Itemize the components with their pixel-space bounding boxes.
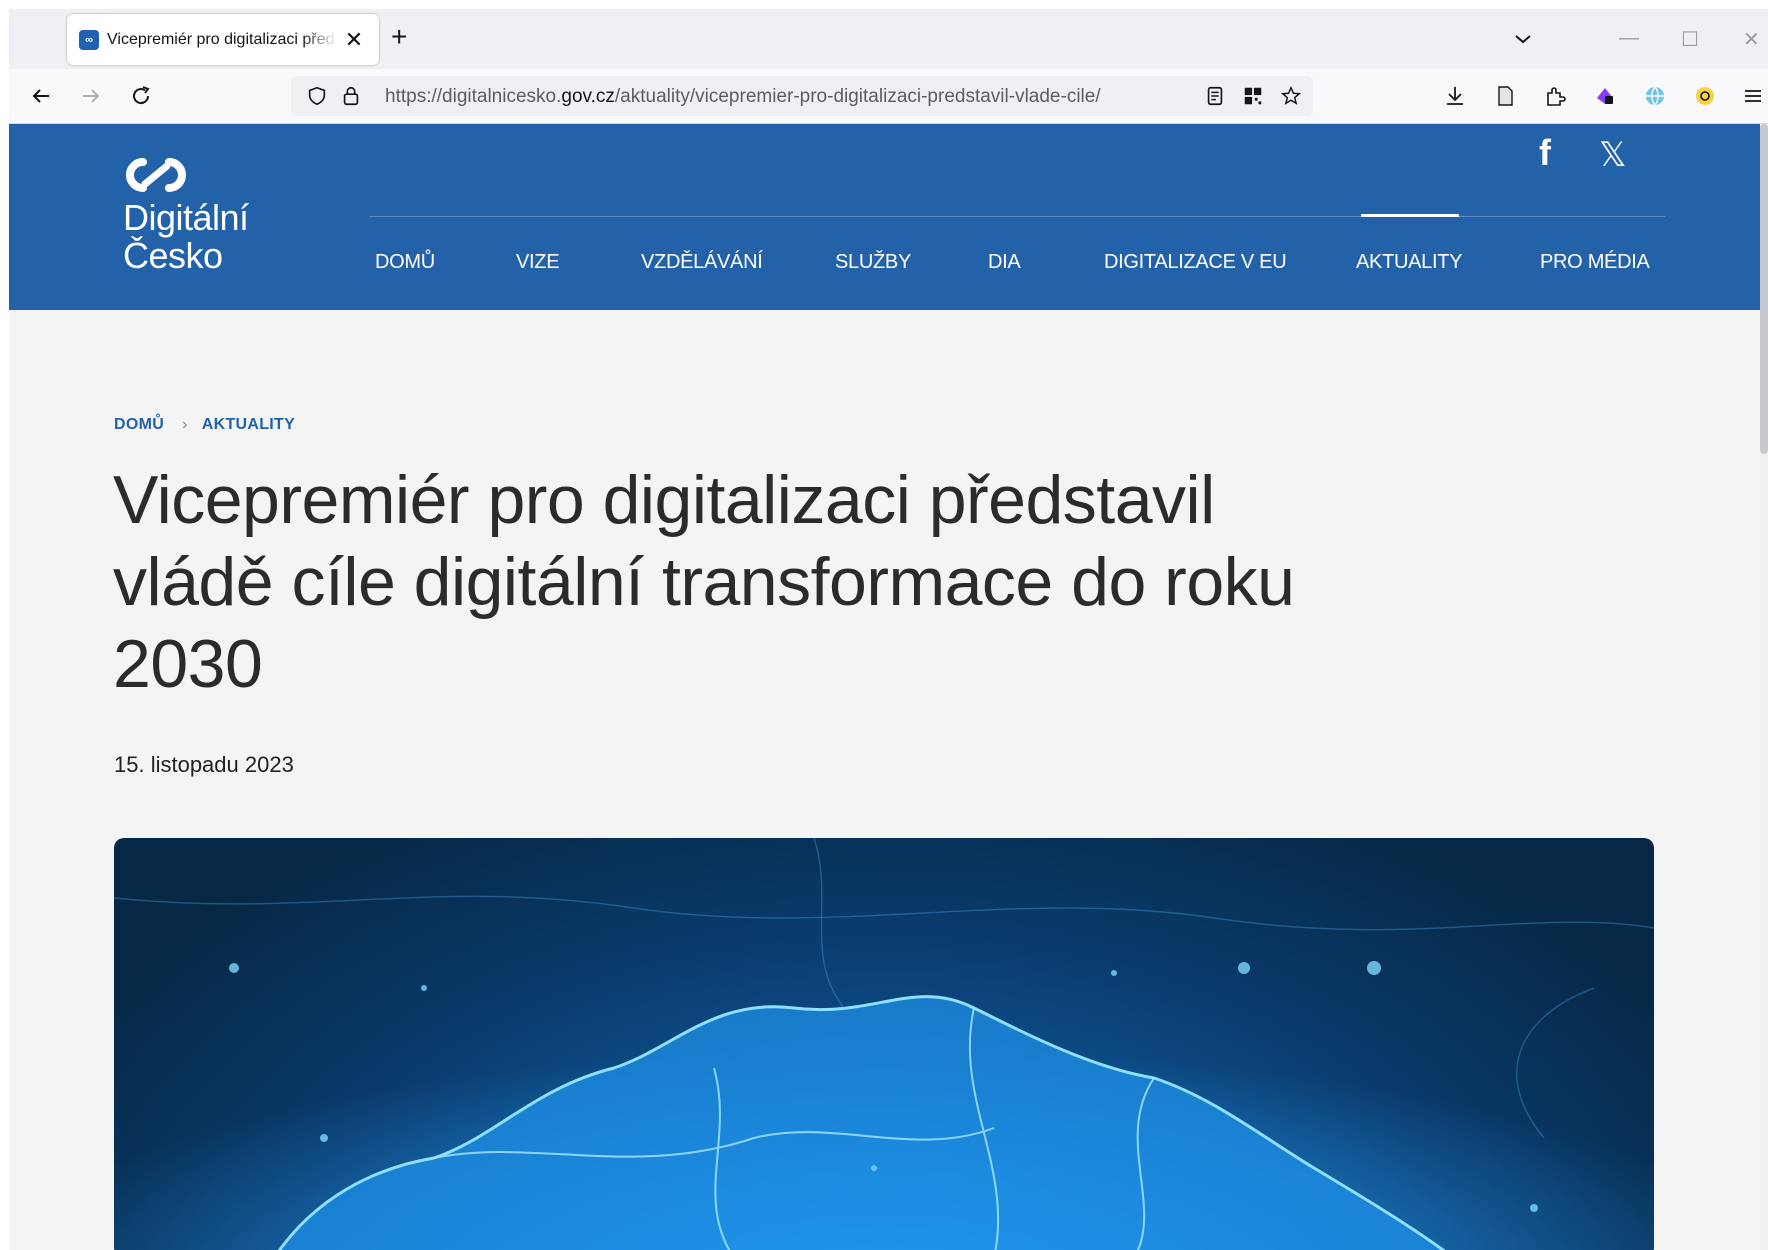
web-page: Digitální Česko f 𝕏 DOMŮ VIZE VZDĚLÁVÁNÍ… xyxy=(9,124,1768,1250)
url-prefix: https://digitalnicesko. xyxy=(385,86,562,107)
tab-title: Vicepremiér pro digitalizaci před xyxy=(107,30,335,48)
browser-window: ∞ Vicepremiér pro digitalizaci před ✕ + … xyxy=(9,9,1768,1250)
nav-item-domu[interactable]: DOMŮ xyxy=(375,251,435,274)
breadcrumb-aktuality[interactable]: AKTUALITY xyxy=(202,416,295,433)
nav-item-pro-media[interactable]: PRO MÉDIA xyxy=(1540,251,1650,274)
page-scrollbar[interactable] xyxy=(1760,124,1768,1250)
minimize-icon[interactable]: — xyxy=(1619,27,1639,50)
new-tab-icon[interactable]: + xyxy=(391,23,407,51)
url-path: /aktuality/vicepremier-pro-digitalizaci-… xyxy=(614,86,1101,107)
nav-item-aktuality[interactable]: AKTUALITY xyxy=(1356,251,1463,274)
forward-icon[interactable] xyxy=(77,82,105,110)
nav-item-vize[interactable]: VIZE xyxy=(516,251,560,274)
breadcrumb-home[interactable]: DOMŮ xyxy=(114,416,164,433)
page-icon[interactable] xyxy=(1491,82,1519,110)
logo-mark-icon xyxy=(126,158,186,192)
article-title: Vicepremiér pro digitalizaci představil … xyxy=(113,462,1295,702)
facebook-icon[interactable]: f xyxy=(1539,132,1551,174)
browser-tab[interactable]: ∞ Vicepremiér pro digitalizaci před ✕ xyxy=(67,14,379,65)
menu-hamburger-icon[interactable] xyxy=(1739,82,1767,110)
url-bar[interactable]: https://digitalnicesko.gov.cz/aktuality/… xyxy=(291,76,1313,116)
nav-divider xyxy=(369,216,1665,217)
nav-item-digitalizace-v-eu[interactable]: DIGITALIZACE V EU xyxy=(1104,251,1287,274)
article-date: 15. listopadu 2023 xyxy=(114,752,294,777)
reload-icon[interactable] xyxy=(127,82,155,110)
bookmark-star-icon[interactable] xyxy=(1279,84,1303,108)
nav-item-vzdelavani[interactable]: VZDĚLÁVÁNÍ xyxy=(641,251,763,274)
back-icon[interactable] xyxy=(27,82,55,110)
vpn-extension-icon[interactable] xyxy=(1591,82,1619,110)
nav-item-sluzby[interactable]: SLUŽBY xyxy=(835,251,911,274)
logo-line-1: Digitální xyxy=(123,197,249,238)
downloads-icon[interactable] xyxy=(1441,82,1469,110)
close-tab-icon[interactable]: ✕ xyxy=(343,27,365,53)
breadcrumb: DOMŮ › AKTUALITY xyxy=(114,416,295,434)
globe-extension-icon[interactable] xyxy=(1641,82,1669,110)
nav-active-indicator xyxy=(1361,214,1459,217)
url-domain: gov.cz xyxy=(561,86,615,107)
url-text[interactable]: https://digitalnicesko.gov.cz/aktuality/… xyxy=(385,86,1101,108)
qr-code-icon[interactable] xyxy=(1241,84,1265,108)
chevron-right-icon: › xyxy=(182,416,188,433)
maximize-icon[interactable]: ☐ xyxy=(1681,27,1699,52)
lock-icon[interactable] xyxy=(339,84,363,108)
article-hero-image xyxy=(114,838,1654,1250)
site-logo[interactable]: Digitální Česko xyxy=(123,156,249,275)
extensions-puzzle-icon[interactable] xyxy=(1541,82,1569,110)
scrollbar-thumb[interactable] xyxy=(1760,124,1768,454)
tracking-protection-shield-icon[interactable] xyxy=(305,84,329,108)
window-close-icon[interactable]: ✕ xyxy=(1743,27,1760,52)
site-favicon-icon: ∞ xyxy=(79,29,99,50)
reader-view-icon[interactable] xyxy=(1203,84,1227,108)
nav-toolbar: https://digitalnicesko.gov.cz/aktuality/… xyxy=(9,69,1768,124)
nav-item-dia[interactable]: DIA xyxy=(988,251,1021,274)
site-header: Digitální Česko f 𝕏 DOMŮ VIZE VZDĚLÁVÁNÍ… xyxy=(9,124,1760,310)
tab-strip: ∞ Vicepremiér pro digitalizaci před ✕ + … xyxy=(9,9,1768,69)
list-all-tabs-icon[interactable] xyxy=(1511,27,1535,51)
logo-line-2: Česko xyxy=(123,235,223,276)
x-twitter-icon[interactable]: 𝕏 xyxy=(1599,135,1626,175)
password-extension-icon[interactable] xyxy=(1691,82,1719,110)
